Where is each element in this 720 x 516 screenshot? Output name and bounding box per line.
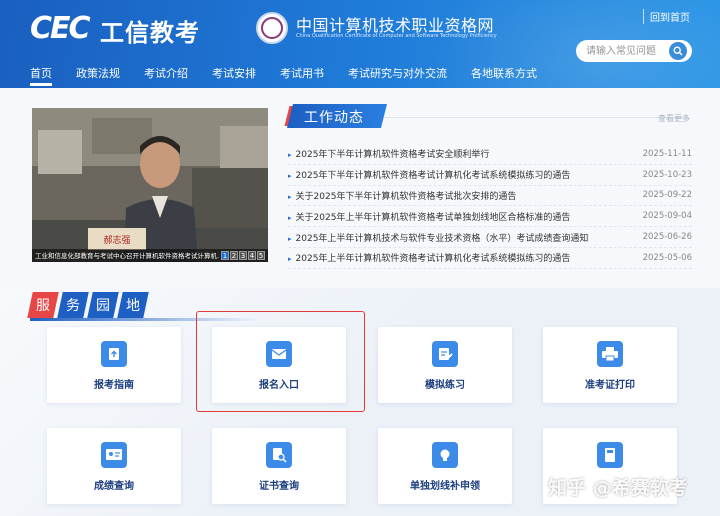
- news-item-title[interactable]: 关于2025年上半年计算机软件资格考试单独划线地区合格标准的通告: [296, 213, 571, 223]
- bullet-icon: ▸: [288, 172, 292, 181]
- edit-doc-icon: [432, 341, 458, 367]
- news-item-title[interactable]: 2025年上半年计算机软件资格考试计算机化考试系统模拟练习的通告: [296, 254, 571, 264]
- bullet-icon: ▸: [288, 234, 292, 243]
- service-card-practice[interactable]: 模拟练习: [378, 327, 512, 403]
- news-divider: [384, 117, 690, 118]
- nav-item-policy[interactable]: 政策法规: [64, 67, 132, 85]
- service-card-separate-line-claim[interactable]: 单独划线补申领: [378, 428, 512, 504]
- news-section-title: 工作动态: [304, 110, 364, 126]
- printer-icon: [597, 341, 623, 367]
- doc-search-icon: [266, 442, 292, 468]
- news-item-title[interactable]: 2025年下半年计算机软件资格考试安全顺利举行: [296, 150, 490, 160]
- main-nav: 首页 政策法规 考试介绍 考试安排 考试用书 考试研究与对外交流 各地联系方式: [18, 67, 549, 86]
- carousel-caption[interactable]: 工业和信息化部教育与考试中心召开计算机软件资格考试计算机…: [35, 250, 220, 260]
- bullet-icon: ▸: [288, 151, 292, 160]
- id-card-icon: [101, 442, 127, 468]
- service-title-char: 地: [126, 298, 140, 314]
- nav-item-home[interactable]: 首页: [18, 67, 64, 86]
- site-header: CEC 工信教考 中国计算机技术职业资格网 China Qualificatio…: [0, 0, 720, 88]
- watermark-text: 知乎 @希赛软考: [548, 477, 688, 499]
- name-plate: 郝志强: [103, 234, 130, 246]
- site-subtitle: China Qualification Certificate of Compu…: [296, 33, 497, 39]
- search-icon: [673, 46, 683, 56]
- carousel-caption-bar: 工业和信息化部教育与考试中心召开计算机软件资格考试计算机… 1 2 3 4 5: [32, 249, 268, 262]
- carousel-photo: 郝志强: [32, 108, 268, 262]
- registration-highlight-box: [196, 311, 365, 412]
- service-card-label: 单独划线补申领: [410, 481, 480, 492]
- bullet-icon: ▸: [288, 192, 292, 201]
- news-item[interactable]: ▸ 2025年下半年计算机软件资格考试计算机化考试系统模拟练习的通告 2025-1…: [288, 165, 692, 186]
- news-more-link[interactable]: 查看更多: [658, 113, 690, 124]
- cec-logo[interactable]: CEC: [30, 10, 91, 46]
- bulb-icon: [432, 442, 458, 468]
- carousel-dot[interactable]: 4: [248, 251, 256, 260]
- service-card-label: 模拟练习: [425, 380, 465, 391]
- home-link[interactable]: 回到首页: [643, 9, 690, 24]
- bullet-icon: ▸: [288, 255, 292, 264]
- carousel-dot[interactable]: 3: [239, 251, 247, 260]
- nav-item-exam-books[interactable]: 考试用书: [268, 67, 336, 85]
- service-card-label: 报考指南: [94, 380, 134, 391]
- service-card-label: 证书查询: [259, 481, 299, 492]
- news-item-date: 2025-09-22: [642, 190, 692, 201]
- service-card-score-query[interactable]: 成绩查询: [47, 428, 181, 504]
- news-item-title[interactable]: 2025年上半年计算机技术与软件专业技术资格（水平）考试成绩查询通知: [296, 234, 589, 244]
- logo-text[interactable]: 工信教考: [100, 13, 200, 48]
- news-item-date: 2025-11-11: [642, 148, 692, 159]
- carousel-dot[interactable]: 5: [257, 251, 265, 260]
- news-item-date: 2025-10-23: [642, 169, 692, 180]
- carousel-pager: 1 2 3 4 5: [221, 251, 265, 260]
- book-icon: [597, 442, 623, 468]
- service-title-char: 服: [36, 298, 50, 314]
- service-section-title: 服 务 园 地: [27, 292, 149, 318]
- service-card-label: 准考证打印: [585, 380, 635, 391]
- service-card-certificate-query[interactable]: 证书查询: [212, 428, 346, 504]
- news-carousel[interactable]: 郝志强 工业和信息化部教育与考试中心召开计算机软件资格考试计算机… 1 2 3 …: [32, 108, 268, 262]
- news-item[interactable]: ▸ 2025年上半年计算机技术与软件专业技术资格（水平）考试成绩查询通知 2025…: [288, 227, 692, 248]
- news-item-title[interactable]: 2025年下半年计算机软件资格考试计算机化考试系统模拟练习的通告: [296, 171, 571, 181]
- service-title-char: 园: [96, 298, 110, 314]
- news-item[interactable]: ▸ 2025年下半年计算机软件资格考试安全顺利举行 2025-11-11: [288, 144, 692, 165]
- nav-item-exam-schedule[interactable]: 考试安排: [200, 67, 268, 85]
- upload-doc-icon: [101, 341, 127, 367]
- news-list: ▸ 2025年下半年计算机软件资格考试安全顺利举行 2025-11-11 ▸ 202…: [288, 144, 692, 269]
- emblem-icon: [256, 12, 288, 44]
- news-item-date: 2025-05-06: [642, 252, 692, 263]
- news-item-date: 2025-06-26: [642, 232, 692, 243]
- news-item[interactable]: ▸ 关于2025年下半年计算机软件资格考试批次安排的通告 2025-09-22: [288, 186, 692, 207]
- news-item-title[interactable]: 关于2025年下半年计算机软件资格考试批次安排的通告: [296, 192, 517, 202]
- carousel-dot[interactable]: 2: [230, 251, 238, 260]
- search-input[interactable]: [576, 40, 692, 62]
- nav-item-research[interactable]: 考试研究与对外交流: [336, 67, 459, 85]
- service-title-char: 务: [66, 298, 80, 314]
- service-card-exam-guide[interactable]: 报考指南: [47, 327, 181, 403]
- news-item[interactable]: ▸ 2025年上半年计算机软件资格考试计算机化考试系统模拟练习的通告 2025-0…: [288, 248, 692, 269]
- search-button[interactable]: [669, 42, 687, 60]
- news-item-date: 2025-09-04: [642, 211, 692, 222]
- service-card-label: 成绩查询: [94, 481, 134, 492]
- bullet-icon: ▸: [288, 213, 292, 222]
- news-item[interactable]: ▸ 关于2025年上半年计算机软件资格考试单独划线地区合格标准的通告 2025-0…: [288, 206, 692, 228]
- carousel-dot[interactable]: 1: [221, 251, 229, 260]
- nav-item-exam-intro[interactable]: 考试介绍: [132, 67, 200, 85]
- nav-item-contacts[interactable]: 各地联系方式: [459, 67, 549, 85]
- service-card-admission-print[interactable]: 准考证打印: [543, 327, 677, 403]
- logo-mark-text: CEC: [30, 10, 91, 46]
